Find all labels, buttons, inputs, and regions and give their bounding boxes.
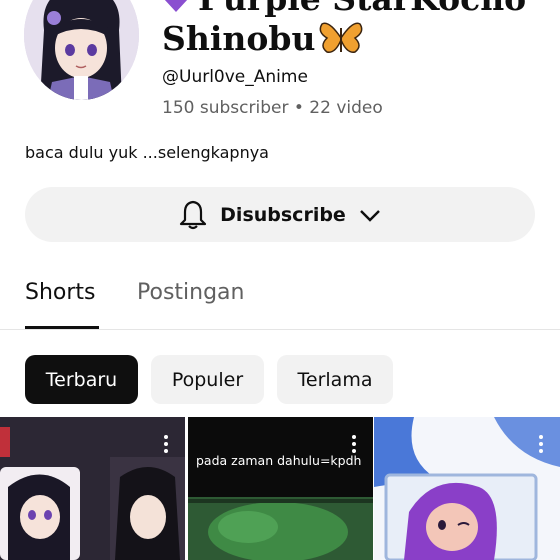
more-link[interactable]: ...selengkapnya <box>143 143 269 162</box>
purple-heart-icon <box>164 0 188 12</box>
channel-stats: 150 subscriber • 22 video <box>162 98 383 118</box>
active-tab-indicator <box>25 326 99 329</box>
channel-name-line-1: Purple StarKocho <box>162 0 526 15</box>
chevron-down-icon <box>359 209 380 222</box>
short-2-artwork <box>188 417 373 560</box>
subscriber-count: 150 subscriber <box>162 98 289 118</box>
more-vert-icon[interactable] <box>351 435 357 455</box>
subscribed-label: Disubscribe <box>220 203 346 226</box>
subscribed-button[interactable]: Disubscribe <box>25 187 535 242</box>
channel-handle: @Uurl0ve_Anime <box>162 67 308 87</box>
channel-name-text-1: Purple StarKocho <box>198 0 526 18</box>
stats-separator: • <box>293 98 304 118</box>
short-2-caption: pada zaman dahulu=kpdh <box>196 453 362 468</box>
butterfly-icon <box>320 22 363 53</box>
tab-postingan[interactable]: Postingan <box>137 280 244 305</box>
more-vert-icon[interactable] <box>538 435 544 455</box>
chip-populer[interactable]: Populer <box>151 355 264 404</box>
short-thumbnail-1[interactable] <box>0 417 185 560</box>
chip-terbaru[interactable]: Terbaru <box>25 355 138 404</box>
channel-tabs: Shorts Postingan <box>0 270 560 330</box>
short-1-artwork <box>0 417 185 560</box>
channel-name-text-2: Shinobu <box>162 18 316 58</box>
video-count: 22 video <box>309 98 383 118</box>
short-thumbnail-3[interactable] <box>374 417 560 560</box>
short-thumbnail-2[interactable]: pada zaman dahulu=kpdh <box>188 417 373 560</box>
anime-girl-avatar-icon <box>24 0 139 100</box>
more-vert-icon[interactable] <box>163 435 169 455</box>
bell-icon <box>180 200 207 229</box>
channel-description[interactable]: baca dulu yuk ...selengkapnya <box>25 143 269 162</box>
short-3-artwork <box>374 417 560 560</box>
channel-name-line-2: Shinobu <box>162 20 363 56</box>
channel-avatar[interactable] <box>24 0 139 100</box>
chip-terlama[interactable]: Terlama <box>277 355 393 404</box>
tab-shorts[interactable]: Shorts <box>25 280 96 305</box>
description-text: baca dulu yuk <box>25 143 138 162</box>
